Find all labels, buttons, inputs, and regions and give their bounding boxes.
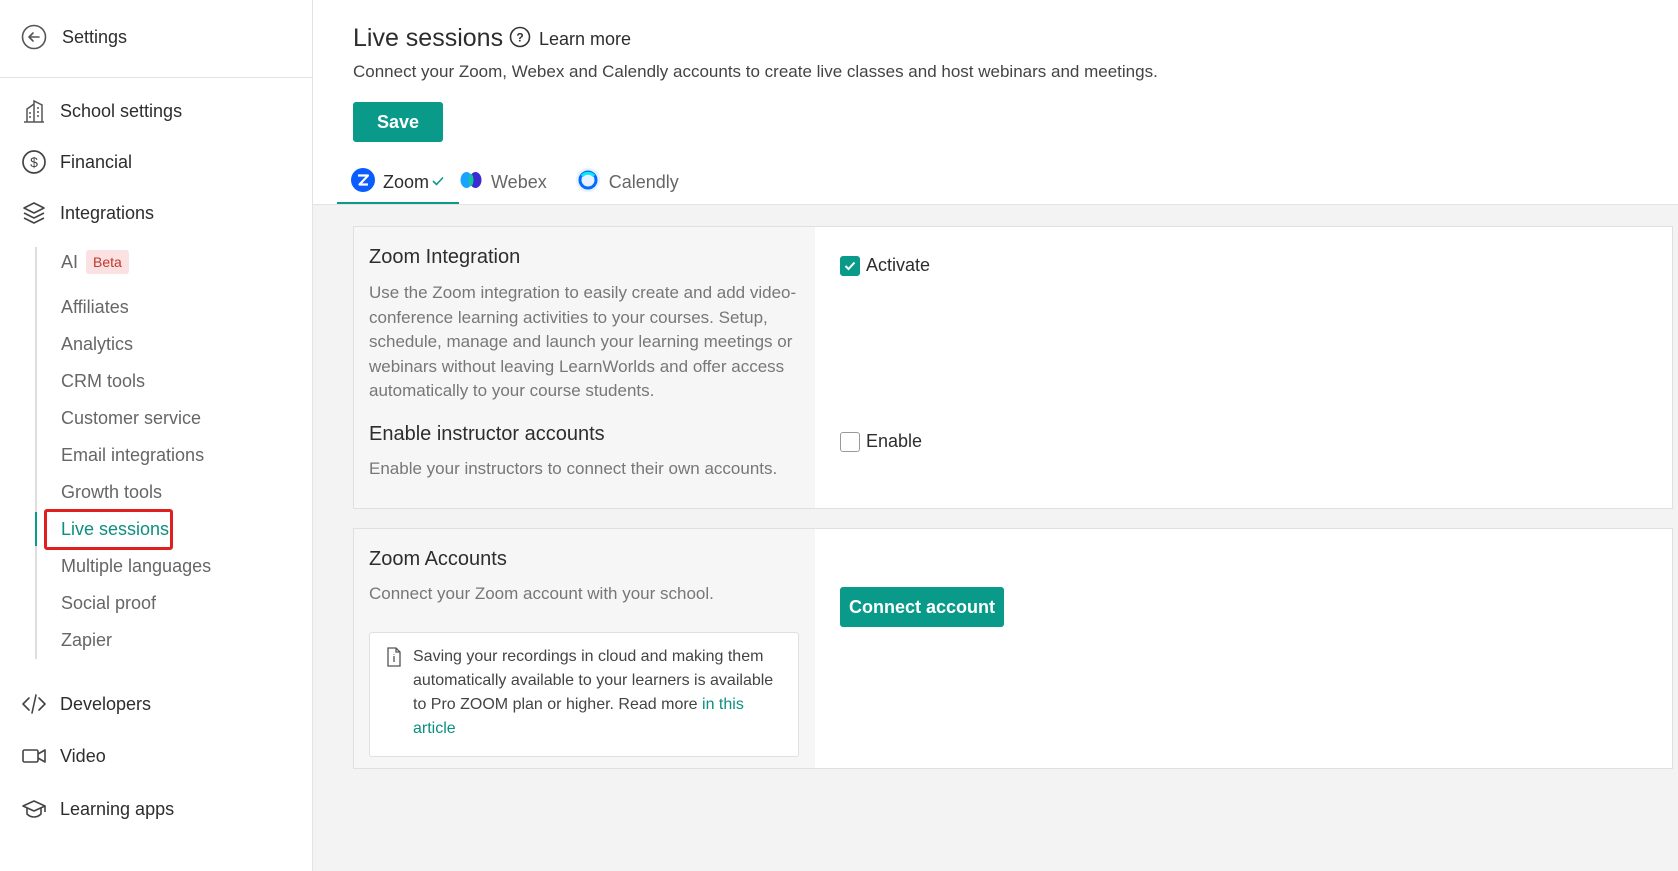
sidebar-item-social-proof[interactable]: Social proof: [61, 588, 156, 618]
dollar-circle-icon: $: [20, 148, 48, 176]
layers-icon: [20, 199, 48, 227]
page-title: Live sessions: [353, 24, 504, 52]
recordings-info-box: Saving your recordings in cloud and maki…: [369, 632, 799, 757]
back-arrow-icon: [20, 23, 48, 51]
activate-checkbox[interactable]: Activate: [840, 255, 930, 276]
webex-logo-icon: [459, 170, 483, 195]
integration-tabs: Zoom Webex Calendly: [337, 160, 693, 205]
checkbox-unchecked-icon[interactable]: [840, 431, 860, 452]
enable-label: Enable: [866, 431, 923, 451]
subnav-active-indicator: [35, 512, 37, 546]
sidebar-item-analytics[interactable]: Analytics: [61, 329, 133, 359]
checkmark-icon: [431, 172, 445, 193]
svg-text:?: ?: [516, 31, 523, 45]
sidebar-item-crm-tools[interactable]: CRM tools: [61, 366, 145, 396]
learn-more-link[interactable]: ? Learn more: [509, 26, 631, 53]
tab-calendly[interactable]: Calendly: [561, 160, 693, 205]
sidebar-item-label: Integrations: [60, 202, 155, 223]
tab-label: Calendly: [608, 172, 679, 192]
sidebar-divider: [0, 77, 313, 78]
tab-label: Zoom: [383, 172, 430, 192]
sidebar-item-school-settings[interactable]: School settings: [20, 95, 182, 127]
sidebar-item-financial[interactable]: $ Financial: [20, 146, 132, 178]
zoom-logo-icon: [351, 168, 375, 197]
zoom-integration-title: Zoom Integration: [369, 246, 521, 268]
sidebar-item-multiple-languages[interactable]: Multiple languages: [61, 551, 211, 581]
svg-text:$: $: [30, 154, 38, 170]
sidebar-item-zapier[interactable]: Zapier: [61, 625, 112, 655]
learn-more-label: Learn more: [539, 29, 632, 49]
calendly-logo-icon: [575, 167, 601, 198]
sidebar-item-learning-apps[interactable]: Learning apps: [20, 793, 174, 825]
back-to-settings[interactable]: Settings: [20, 22, 127, 52]
instructor-accounts-title: Enable instructor accounts: [369, 423, 605, 445]
sidebar-item-affiliates[interactable]: Affiliates: [61, 292, 129, 322]
sidebar-item-label: Developers: [60, 693, 152, 714]
help-circle-icon: ?: [509, 26, 531, 53]
sidebar-item-label: Learning apps: [60, 798, 175, 819]
enable-checkbox[interactable]: Enable: [840, 431, 922, 452]
video-camera-icon: [20, 742, 48, 770]
sidebar-item-email-integrations[interactable]: Email integrations: [61, 440, 204, 470]
sidebar-item-video[interactable]: Video: [20, 740, 106, 772]
zoom-integration-card: Zoom Integration Use the Zoom integratio…: [353, 226, 1673, 509]
connect-account-button[interactable]: Connect account: [840, 587, 1004, 627]
tab-panel: Zoom Integration Use the Zoom integratio…: [313, 205, 1678, 871]
tab-label: Webex: [491, 172, 547, 192]
recordings-info-text: Saving your recordings in cloud and maki…: [413, 645, 783, 741]
sidebar-item-customer-service[interactable]: Customer service: [61, 403, 201, 433]
sidebar-item-growth-tools[interactable]: Growth tools: [61, 477, 162, 507]
back-label: Settings: [62, 26, 128, 47]
settings-sidebar: Settings School settings $ Financial Int…: [0, 0, 313, 871]
sidebar-item-label: AI: [61, 251, 79, 272]
tab-zoom[interactable]: Zoom: [337, 160, 460, 205]
sidebar-item-label: School settings: [60, 100, 183, 121]
zoom-integration-description: Use the Zoom integration to easily creat…: [369, 283, 797, 400]
tab-webex[interactable]: Webex: [445, 160, 561, 205]
zoom-accounts-title: Zoom Accounts: [369, 548, 507, 570]
zoom-accounts-card: Zoom Accounts Connect your Zoom account …: [353, 528, 1673, 769]
zoom-accounts-description: Connect your Zoom account with your scho…: [369, 584, 714, 603]
sidebar-item-label: Financial: [60, 151, 133, 172]
code-icon: [20, 690, 48, 718]
beta-badge: Beta: [86, 250, 129, 274]
graduation-cap-icon: [20, 795, 48, 823]
highlight-annotation-box: [44, 509, 173, 550]
info-document-icon: [385, 647, 403, 672]
sidebar-item-integrations[interactable]: Integrations: [20, 197, 154, 229]
activate-label: Activate: [866, 255, 931, 275]
save-button[interactable]: Save: [353, 102, 443, 142]
building-icon: [20, 97, 48, 125]
subnav-track: [35, 247, 37, 659]
page-subtitle: Connect your Zoom, Webex and Calendly ac…: [353, 62, 1158, 81]
sidebar-item-developers[interactable]: Developers: [20, 688, 151, 720]
checkbox-checked-icon[interactable]: [840, 255, 860, 276]
sidebar-item-ai[interactable]: AI Beta: [61, 247, 129, 277]
sidebar-item-label: Video: [60, 745, 106, 766]
instructor-accounts-description: Enable your instructors to connect their…: [369, 459, 778, 478]
main-content: Live sessions ? Learn more Connect your …: [313, 0, 1678, 871]
